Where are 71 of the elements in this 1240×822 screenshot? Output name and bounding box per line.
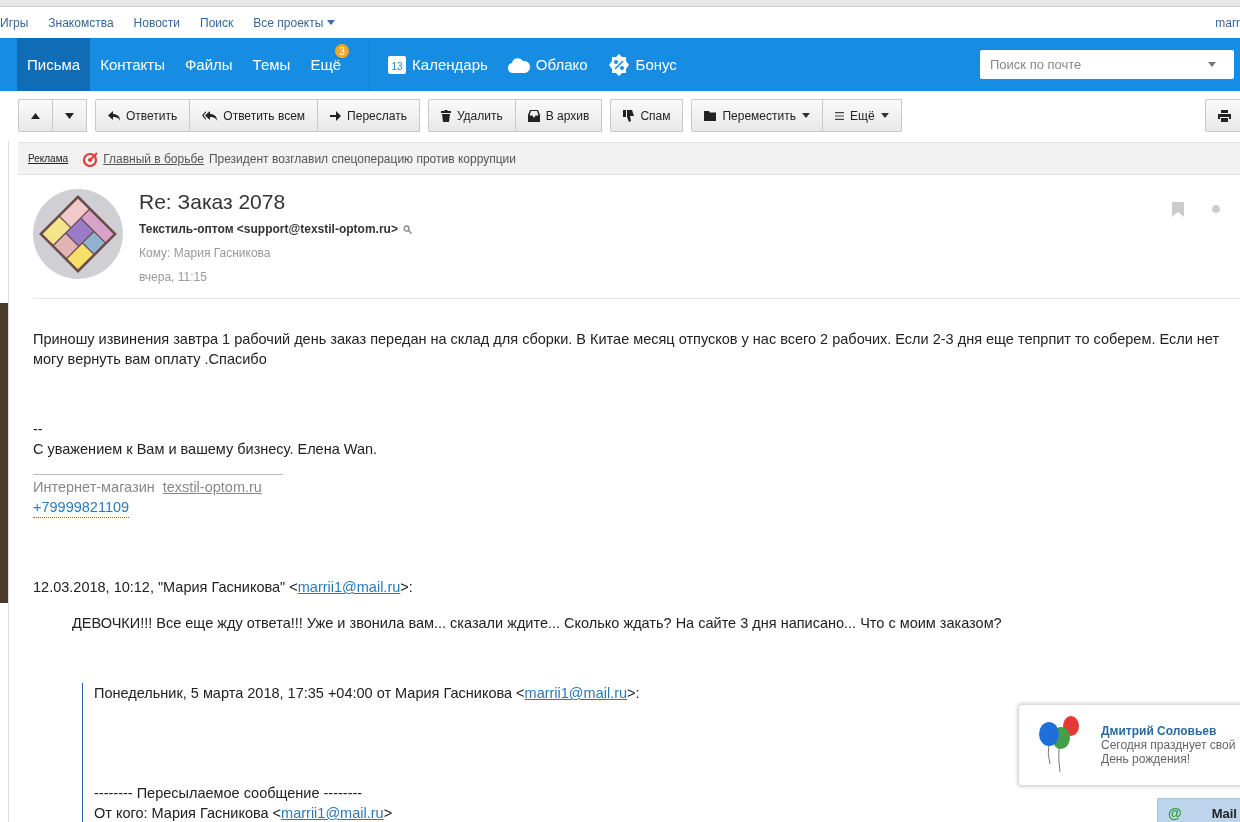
right-arrow-icon (330, 110, 342, 121)
dot-icon[interactable] (1212, 205, 1220, 213)
toolbar-button[interactable]: В архив (514, 99, 603, 132)
ad-label[interactable]: Реклама (28, 153, 69, 164)
percent-badge-icon (607, 53, 630, 76)
service-link[interactable]: Облако (507, 56, 588, 73)
reply-icon (108, 110, 120, 121)
contact-name: Дмитрий Соловьев (1101, 724, 1218, 738)
search-icon[interactable] (402, 224, 412, 234)
toolbar-button[interactable]: Переместить (691, 99, 823, 132)
top-nav-link[interactable]: Все проекты (253, 15, 336, 30)
email-date: вчера, 11:15 (139, 270, 208, 284)
top-nav-link[interactable]: Новости (133, 15, 181, 30)
reply-all-icon (202, 110, 218, 121)
user-link[interactable]: marr (1215, 15, 1240, 30)
top-nav-link[interactable]: Игры (0, 15, 29, 30)
toolbar-button[interactable]: Ответить (95, 99, 191, 132)
notification-text: Сегодня празднует свой День рождения! (1101, 738, 1237, 766)
email-link[interactable]: marrii1@mail.ru (524, 685, 628, 701)
target-icon (82, 150, 99, 167)
search-field[interactable]: Поиск по почте (980, 50, 1234, 79)
calendar-icon: 13 (388, 55, 407, 74)
archive-box-icon (527, 109, 540, 122)
service-link[interactable]: 13 Календарь (388, 55, 488, 74)
toolbar-button[interactable]: Удалить (427, 99, 516, 132)
ad-link[interactable]: Главный в борьбе (103, 151, 204, 166)
birthday-notification[interactable]: Дмитрий Соловьев Сегодня празднует свой День рождения! (1018, 704, 1240, 786)
caret-icon (327, 20, 336, 25)
up-arrow-icon (31, 112, 40, 119)
quote-header: Понедельник, 5 марта 2018, 17:35 +04:00 от Мария Гасникова <marrii1@mail.ru>: (94, 684, 641, 703)
caret-icon (802, 113, 810, 118)
nav-tab[interactable]: Письма (17, 38, 91, 91)
folder-icon (704, 110, 717, 121)
top-nav-link[interactable]: Знакомства (48, 15, 114, 30)
dropdown-caret-icon[interactable] (1208, 62, 1216, 67)
count-badge: 3 (335, 44, 350, 58)
toolbar-button[interactable]: Переслать (317, 99, 420, 132)
quoted-message: ДЕВОЧКИ!!! Все еще жду ответа!!! Уже и звонила вам... сказали ждите... Сколько ждать? На сайте 3 дня написано... Что с моим заказом? (72, 614, 1003, 633)
signature-text: С уважением к Вам и вашему бизнесу. Елена Wan. (33, 440, 379, 459)
recipient-text: Кому: Мария Гасникова (139, 246, 272, 260)
sender-address[interactable]: Текстиль-оптом <support@texstil-optom.ru> (139, 222, 398, 236)
email-subject: Re: Заказ 2078 (139, 190, 287, 214)
signature-separator: -- (33, 420, 44, 439)
nav-tab[interactable]: Темы (242, 38, 301, 91)
top-nav-link[interactable]: Поиск (200, 15, 234, 30)
service-link[interactable]: Бонус (607, 53, 677, 76)
nav-tab[interactable]: Ещё 3 (300, 38, 352, 91)
phone-link[interactable]: +79999821109 (33, 497, 130, 518)
toolbar-button[interactable]: Ещё (822, 99, 902, 132)
toolbar-button[interactable] (1205, 99, 1240, 132)
quote-header: 12.03.2018, 10:12, "Мария Гасникова" <marrii1@mail.ru>: (33, 578, 414, 597)
cloud-icon (507, 56, 530, 73)
toolbar-button[interactable]: Спам (610, 99, 684, 132)
at-sign-icon: @ (1168, 805, 1182, 821)
website-link[interactable]: texstil-optom.ru (162, 477, 262, 497)
nav-tab[interactable]: Контакты (90, 38, 175, 91)
forwarded-title: -------- Пересылаемое сообщение -------- (94, 784, 364, 803)
down-arrow-icon (65, 112, 74, 119)
menu-icon (835, 111, 844, 120)
email-link[interactable]: marrii1@mail.ru (297, 579, 401, 595)
email-link[interactable]: marrii1@mail.ru (281, 805, 384, 821)
caret-icon (880, 113, 889, 118)
message-paragraph: Приношу извинения завтра 1 рабочий день заказ передан на склад для сборки. В Китае месяц отпусков у нас всего 2 рабочих. Если 2-3 дня еще тепрпит то соберем. Если нет могу вернуть вам оплату .Спасибо (33, 330, 1221, 369)
printer-icon (1218, 109, 1231, 122)
agent-tab[interactable]: @ Mail (1157, 798, 1240, 822)
trash-icon (440, 109, 451, 122)
toolbar-button[interactable]: Ответить всем (189, 99, 319, 132)
nav-tab[interactable]: Файлы (174, 38, 243, 91)
ad-text: Президент возглавил спецоперацию против коррупции (208, 151, 516, 166)
thumbs-down-icon (623, 109, 635, 122)
shop-label: Интернет-магазин (33, 478, 155, 497)
